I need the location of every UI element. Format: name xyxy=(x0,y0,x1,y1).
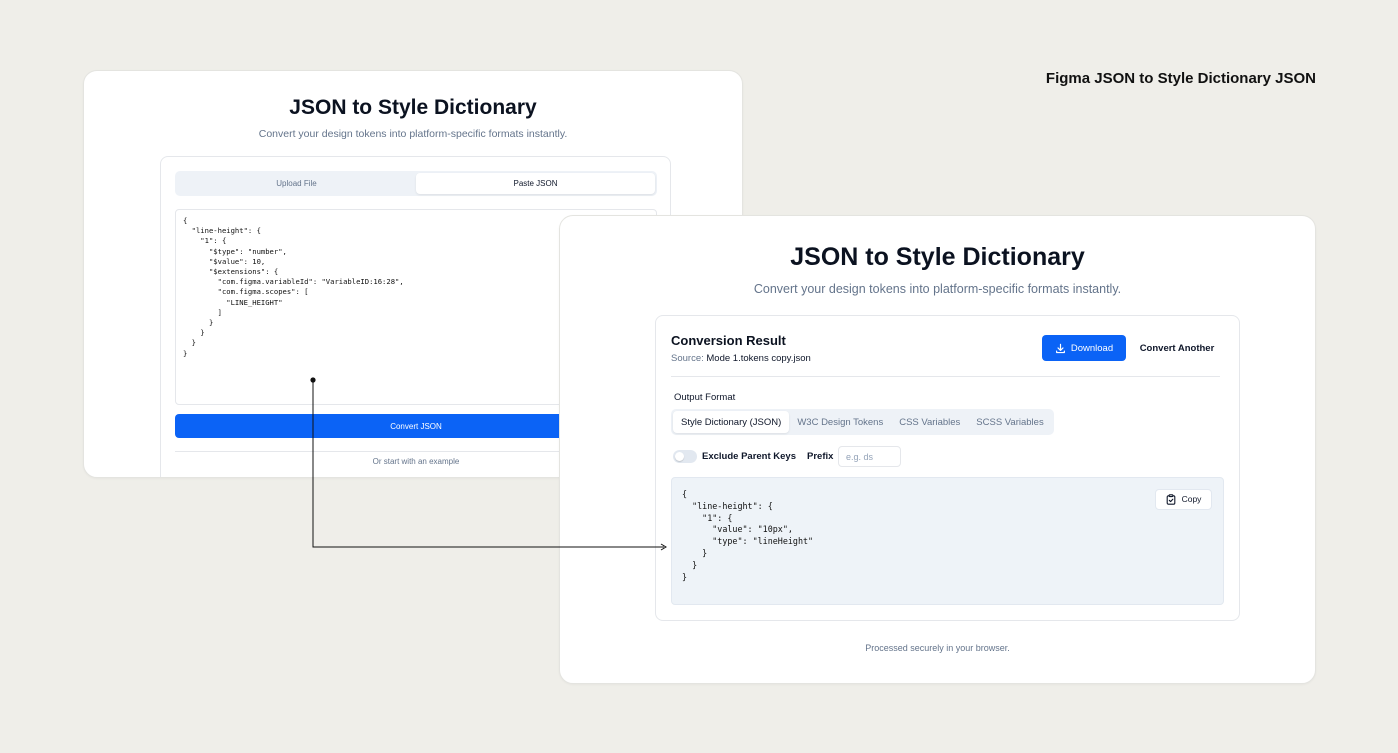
tab-scss-variables[interactable]: SCSS Variables xyxy=(968,411,1051,433)
secure-processing-note: Processed securely in your browser. xyxy=(865,643,1010,653)
tab-style-dictionary-json[interactable]: Style Dictionary (JSON) xyxy=(673,411,790,433)
exclude-parent-keys-toggle[interactable] xyxy=(673,450,697,463)
output-format-tabs: Style Dictionary (JSON) W3C Design Token… xyxy=(671,409,1054,435)
source-label: Source: xyxy=(671,353,704,364)
download-icon xyxy=(1055,343,1065,353)
tab-w3c-design-tokens[interactable]: W3C Design Tokens xyxy=(789,411,891,433)
copy-label: Copy xyxy=(1181,493,1202,504)
output-format-label: Output Format xyxy=(674,392,736,403)
convert-another-button[interactable]: Convert Another xyxy=(1134,335,1220,361)
output-code-block: { "line-height": { "1": { "value": "10px… xyxy=(671,477,1224,605)
page-title: JSON to Style Dictionary xyxy=(289,96,537,119)
conversion-result-panel: Conversion Result Source: Mode 1.tokens … xyxy=(655,315,1240,621)
copy-button[interactable]: Copy xyxy=(1155,489,1212,510)
prefix-input[interactable] xyxy=(838,446,901,467)
download-button[interactable]: Download xyxy=(1042,335,1126,361)
result-source: Source: Mode 1.tokens copy.json xyxy=(671,353,811,364)
prefix-label: Prefix xyxy=(807,451,834,462)
source-file-name: Mode 1.tokens copy.json xyxy=(706,353,811,364)
tab-upload-file[interactable]: Upload File xyxy=(177,173,416,194)
clipboard-icon xyxy=(1166,494,1175,505)
toggle-knob xyxy=(675,452,684,461)
page-subtitle: Convert your design tokens into platform… xyxy=(258,128,568,140)
page-title: JSON to Style Dictionary xyxy=(790,243,1085,271)
tab-paste-json[interactable]: Paste JSON xyxy=(416,173,655,194)
download-label: Download xyxy=(1070,342,1114,354)
tab-css-variables[interactable]: CSS Variables xyxy=(891,411,968,433)
result-title: Conversion Result xyxy=(671,333,786,348)
exclude-parent-keys-label: Exclude Parent Keys xyxy=(702,451,796,462)
page-subtitle: Convert your design tokens into platform… xyxy=(753,282,1122,296)
result-screen-card: JSON to Style Dictionary Convert your de… xyxy=(559,215,1316,684)
output-json: { "line-height": { "1": { "value": "10px… xyxy=(682,489,814,582)
divider xyxy=(671,376,1220,377)
input-mode-tabs: Upload File Paste JSON xyxy=(175,171,657,196)
page-caption: Figma JSON to Style Dictionary JSON xyxy=(1045,70,1316,87)
